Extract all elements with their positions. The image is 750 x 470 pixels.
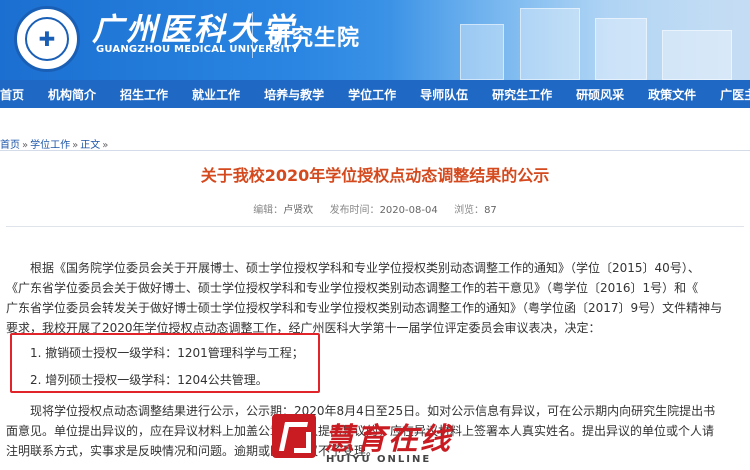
- nav-item-about[interactable]: 机构简介: [36, 86, 108, 103]
- campus-building: [520, 8, 580, 80]
- campus-photo-backdrop: [390, 0, 750, 80]
- date-label: 发布时间：: [329, 205, 380, 216]
- nav-item-policies[interactable]: 政策文件: [636, 86, 708, 103]
- article-paragraph-1: 根据《国务院学位委员会关于开展博士、硕士学位授权学科和专业学位授权类别动态调整工…: [6, 258, 746, 338]
- watermark-name-en: HUIYU ONLINE: [326, 454, 432, 465]
- header-divider: [252, 12, 253, 58]
- nav-item-supervisors[interactable]: 导师队伍: [408, 86, 480, 103]
- university-name: 广州医科大学: [92, 12, 296, 48]
- publish-date: 2020-08-04: [379, 205, 438, 216]
- nav-item-degree[interactable]: 学位工作: [336, 86, 408, 103]
- editor-label: 编辑：: [253, 205, 284, 216]
- nav-item-home[interactable]: 首页: [0, 86, 36, 103]
- main-nav: 首页 机构简介 招生工作 就业工作 培养与教学 学位工作 导师队伍 研究生工作 …: [0, 80, 750, 108]
- university-logo[interactable]: ✚: [14, 6, 80, 72]
- editor-name: 卢贤欢: [283, 205, 314, 216]
- paragraph-line: 根据《国务院学位委员会关于开展博士、硕士学位授权学科和专业学位授权类别动态调整工…: [30, 261, 700, 275]
- site-name[interactable]: 研究生院: [268, 20, 360, 52]
- breadcrumb-divider: [0, 150, 750, 151]
- decision-item-revoke: 1. 撤销硕士授权一级学科：1201管理科学与工程；: [30, 346, 304, 360]
- paragraph-line: 广东省学位委员会转发关于做好博士硕士学位授权学科和专业学位授权类别动态调整工作的…: [6, 301, 723, 315]
- nav-item-gmu-home[interactable]: 广医主页: [708, 86, 750, 103]
- nav-item-employment[interactable]: 就业工作: [180, 86, 252, 103]
- article-meta: 编辑：卢贤欢 发布时间：2020-08-04 浏览：87: [0, 201, 750, 216]
- nav-item-admissions[interactable]: 招生工作: [108, 86, 180, 103]
- campus-building: [662, 30, 732, 80]
- nav-item-training[interactable]: 培养与教学: [252, 86, 336, 103]
- university-seal-icon: ✚: [25, 17, 69, 61]
- decision-highlight-box: 1. 撤销硕士授权一级学科：1201管理科学与工程； 2. 增列硕士授权一级学科…: [10, 333, 320, 393]
- breadcrumb: 首页» 学位工作» 正文»: [0, 136, 110, 151]
- watermark-emblem-icon: [272, 414, 316, 458]
- nav-item-showcase[interactable]: 研硕风采: [564, 86, 636, 103]
- site-header-banner: ✚ 广州医科大学 GUANGZHOU MEDICAL UNIVERSITY 研究…: [0, 0, 750, 80]
- nav-item-student-work[interactable]: 研究生工作: [480, 86, 564, 103]
- views-label: 浏览：: [454, 205, 485, 216]
- paragraph-line: 《广东省学位委员会关于做好博士、硕士学位授权学科和专业学位授权类别动态调整工作的…: [6, 281, 699, 295]
- watermark-logo: 慧育在线 HUIYU ONLINE: [272, 414, 502, 470]
- campus-building: [460, 24, 504, 80]
- title-divider: [6, 226, 744, 227]
- article-title: 关于我校2020年学位授权点动态调整结果的公示: [200, 166, 550, 185]
- decision-item-add: 2. 增列硕士授权一级学科：1204公共管理。: [30, 373, 268, 387]
- campus-building: [595, 18, 647, 80]
- view-count: 87: [484, 205, 497, 216]
- watermark-name-cn: 慧育在线: [324, 422, 452, 457]
